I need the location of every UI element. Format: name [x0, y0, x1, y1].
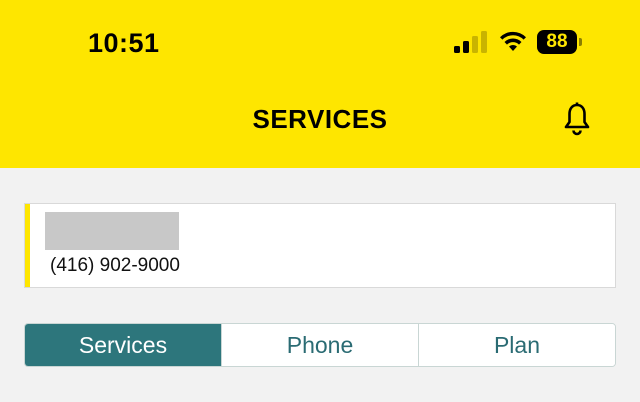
tab-plan[interactable]: Plan — [418, 324, 615, 366]
page-title: SERVICES — [252, 104, 388, 134]
redacted-account-name — [45, 212, 179, 250]
account-phone-number: (416) 902-9000 — [50, 255, 180, 276]
battery-icon: 88 — [537, 30, 577, 54]
signal-icon — [454, 31, 487, 53]
tab-phone[interactable]: Phone — [221, 324, 418, 366]
wifi-icon — [500, 31, 526, 51]
account-card[interactable]: (416) 902-9000 — [24, 203, 616, 288]
battery-level: 88 — [546, 31, 568, 52]
app-header: 10:51 88 SERVICES — [0, 0, 640, 168]
service-tabs: Services Phone Plan — [24, 323, 616, 367]
account-accent-bar — [25, 204, 30, 287]
status-time: 10:51 — [88, 28, 160, 58]
battery-tip — [579, 38, 582, 46]
bell-icon[interactable] — [563, 102, 591, 136]
tab-services[interactable]: Services — [25, 324, 221, 366]
